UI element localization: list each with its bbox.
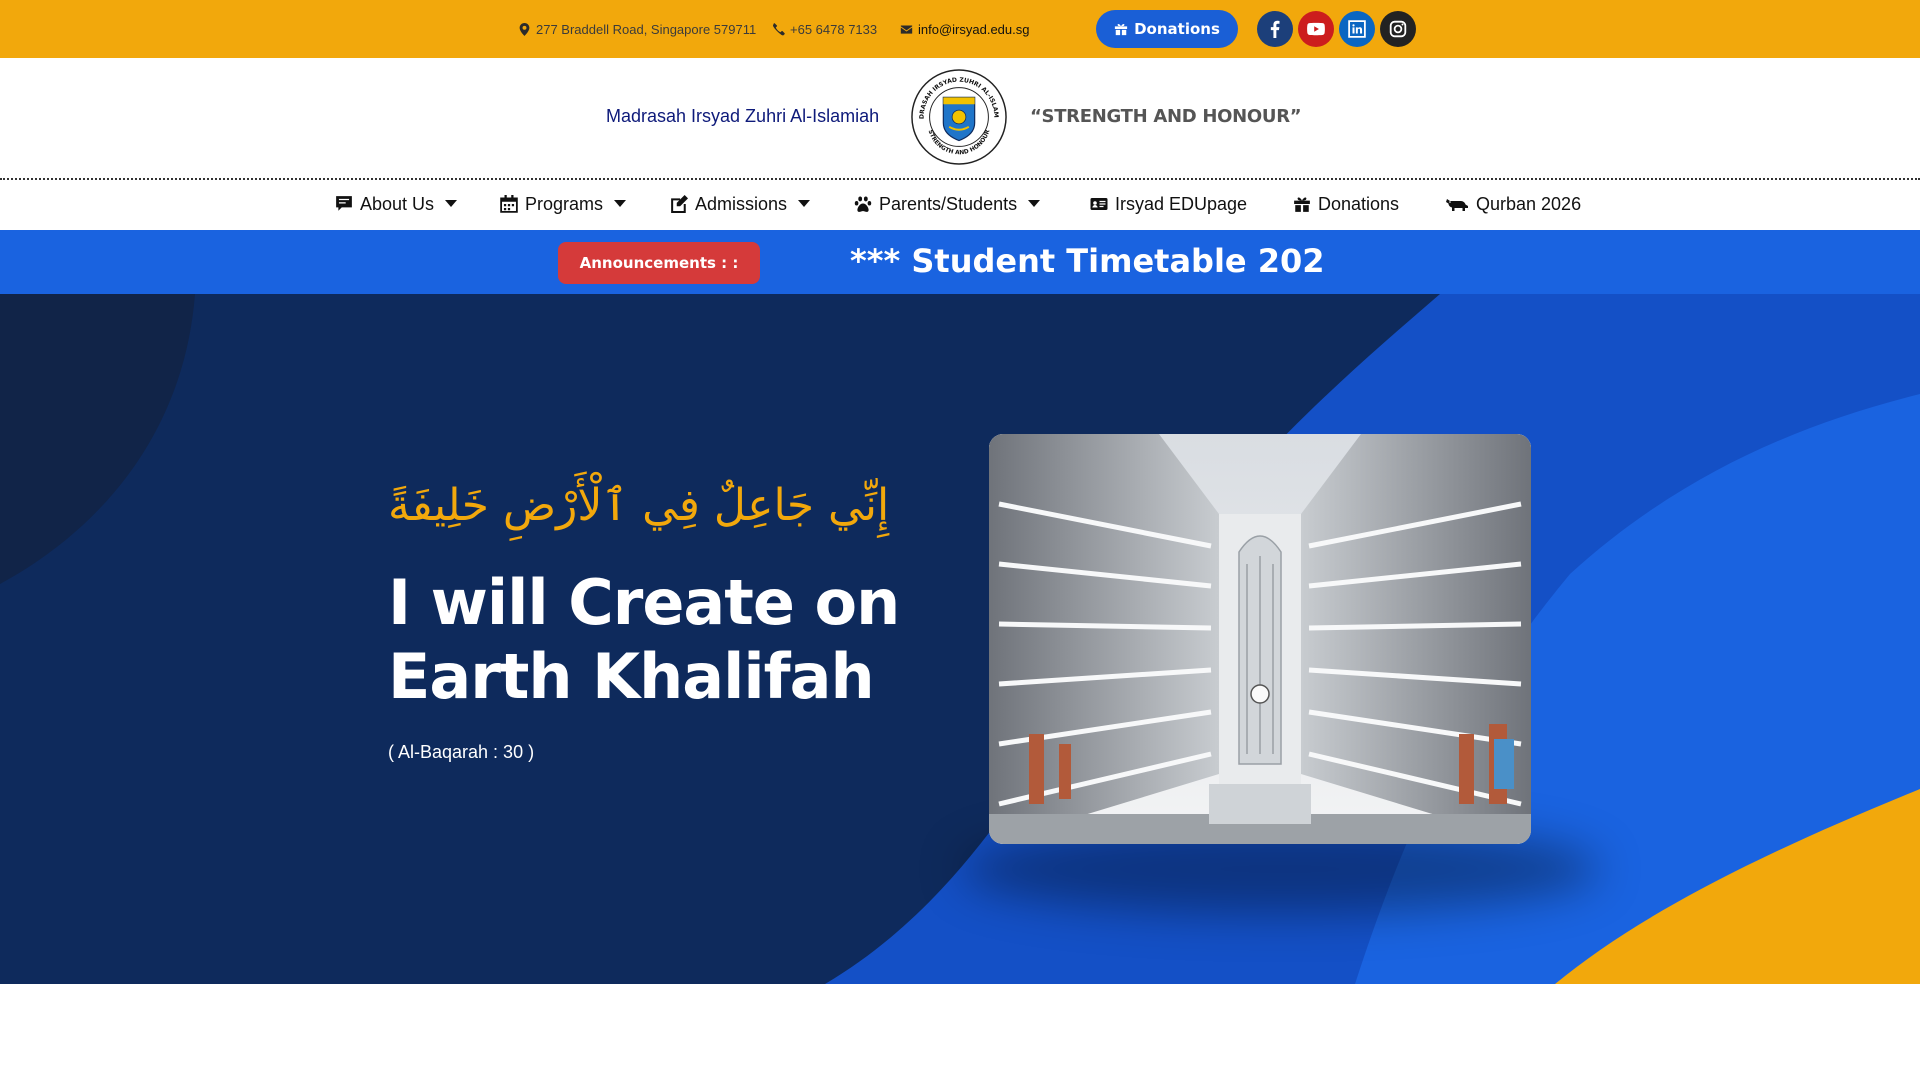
id-card-icon (1090, 198, 1108, 210)
school-building-photo (989, 434, 1531, 844)
gift-icon (1294, 197, 1310, 212)
nav-item-programs[interactable]: Programs (500, 182, 627, 226)
nav-label-programs: Programs (525, 193, 604, 214)
calendar-icon (500, 195, 518, 213)
edit-icon (671, 195, 688, 213)
hero-verse-reference: ( Al-Baqarah : 30 ) (388, 742, 535, 762)
hero-arabic-verse: إِنِّي جَاعِلٌ فِي ٱلْأَرْضِ خَلِيفَةً (388, 480, 890, 531)
announcements-label[interactable]: Announcements : : (558, 242, 760, 284)
chat-icon (336, 196, 352, 211)
phone-text: +65 6478 7133 (790, 21, 878, 37)
school-motto: “STRENGTH AND HONOUR” (1030, 106, 1302, 127)
youtube-link[interactable] (1298, 11, 1334, 47)
nav-item-about-us[interactable]: About Us (335, 182, 458, 226)
announcement-ticker: *** Student Timetable 2026 *** (840, 230, 1326, 294)
envelope-icon (900, 24, 913, 34)
top-contact-bar: 277 Braddell Road, Singapore 579711 +65 … (0, 0, 1920, 58)
chevron-down-icon (798, 200, 811, 207)
nav-item-admissions[interactable]: Admissions (670, 182, 811, 226)
linkedin-link[interactable] (1339, 11, 1375, 47)
nav-item-donations[interactable]: Donations (1293, 182, 1399, 226)
chevron-down-icon (445, 200, 458, 207)
youtube-icon (1307, 22, 1325, 36)
hero-section: إِنِّي جَاعِلٌ فِي ٱلْأَرْضِ خَلِيفَةً I… (0, 294, 1920, 984)
main-navigation: About Us Programs Admissions Parents/Stu… (0, 182, 1920, 230)
chevron-down-icon (614, 200, 627, 207)
address-contact: 277 Braddell Road, Singapore 579711 (518, 0, 756, 58)
gift-icon (1114, 23, 1128, 36)
phone-contact[interactable]: +65 6478 7133 (772, 0, 877, 58)
facebook-icon (1270, 20, 1280, 38)
nav-label-about-us: About Us (360, 193, 435, 214)
nav-label-parents-students: Parents/Students (879, 193, 1018, 214)
top-donations-button[interactable]: Donations (1096, 10, 1238, 48)
instagram-icon (1389, 20, 1407, 38)
nav-label-donations: Donations (1318, 193, 1400, 214)
address-text: 277 Braddell Road, Singapore 579711 (536, 21, 757, 37)
map-pin-icon (519, 22, 530, 36)
nav-item-qurban-2026[interactable]: Qurban 2026 (1445, 182, 1581, 226)
nav-label-admissions: Admissions (695, 193, 788, 214)
email-contact[interactable]: info@irsyad.edu.sg (900, 0, 1029, 58)
nav-item-irsyad-edupage[interactable]: Irsyad EDUpage (1090, 182, 1247, 226)
hero-background-shapes (0, 294, 1920, 984)
linkedin-icon (1348, 20, 1366, 38)
top-donations-label: Donations (1134, 20, 1220, 38)
nav-label-qurban-2026: Qurban 2026 (1476, 193, 1582, 214)
nav-label-irsyad-edupage: Irsyad EDUpage (1115, 193, 1248, 214)
announcement-text[interactable]: *** Student Timetable 2026 *** (850, 242, 1326, 280)
announcement-bar: Announcements : : *** Student Timetable … (0, 230, 1920, 294)
building-atrium-image (989, 434, 1531, 844)
cow-icon (1446, 199, 1468, 211)
site-header: Madrasah Irsyad Zuhri Al-Islamiah MADRAS… (0, 58, 1920, 180)
header-divider (0, 178, 1920, 180)
instagram-link[interactable] (1380, 11, 1416, 47)
facebook-link[interactable] (1257, 11, 1293, 47)
school-crest-logo[interactable]: MADRASAH IRSYAD ZUHRI AL-ISLAMIAH STRENG… (910, 68, 1008, 166)
hero-title: I will Create on Earth Khalifah (388, 566, 900, 713)
chevron-down-icon (1028, 200, 1041, 207)
school-name[interactable]: Madrasah Irsyad Zuhri Al-Islamiah (606, 106, 879, 127)
nav-item-parents-students[interactable]: Parents/Students (854, 182, 1041, 226)
paw-icon (854, 196, 872, 212)
phone-icon (772, 22, 785, 35)
email-text: info@irsyad.edu.sg (918, 21, 1030, 37)
